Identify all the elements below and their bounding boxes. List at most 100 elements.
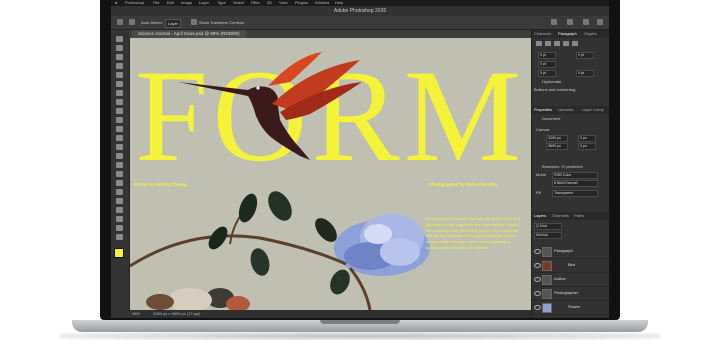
- justify-icon[interactable]: [563, 41, 569, 46]
- tab-character[interactable]: Character: [534, 30, 552, 38]
- share-icon[interactable]: [551, 19, 557, 25]
- move-tool-icon[interactable]: [129, 19, 135, 25]
- home-icon[interactable]: [117, 19, 123, 25]
- crop-tool-icon[interactable]: [116, 81, 123, 87]
- eye-icon[interactable]: [534, 277, 541, 282]
- auto-select-dropdown[interactable]: Layer: [165, 19, 182, 28]
- tab-paths[interactable]: Paths: [574, 212, 584, 220]
- zoom-level[interactable]: 98%: [132, 310, 140, 318]
- resolution-label: Resolution: 72 pixels/inch: [542, 165, 583, 169]
- fill-label: Fill: [536, 190, 542, 195]
- artwork: FORM: [130, 42, 521, 310]
- foliage-image: [130, 191, 372, 310]
- quick-select-icon[interactable]: [116, 72, 123, 78]
- document-tab[interactable]: Science Journal - April Issue.psd @ 98% …: [132, 30, 246, 38]
- align-center-icon[interactable]: [545, 41, 551, 46]
- layer-row[interactable]: Bird: [532, 258, 609, 273]
- workspace-icon[interactable]: [597, 19, 603, 25]
- space-after-field[interactable]: 0 pt: [576, 70, 594, 77]
- layer-name: Bird: [568, 262, 576, 267]
- brush-tool-icon[interactable]: [116, 117, 123, 123]
- auto-select-label: Auto-Select:: [141, 20, 163, 25]
- layer-thumbnail: [542, 303, 552, 313]
- photographer-byline: Photographed by Richard Bentley: [430, 182, 498, 187]
- more-tools-icon[interactable]: [116, 234, 123, 240]
- history-brush-icon[interactable]: [116, 135, 123, 141]
- blend-mode-dropdown[interactable]: Normal: [534, 232, 562, 239]
- paragraph-tabs: Character Paragraph Glyphs: [532, 30, 609, 38]
- article-body-text: In this edition of Science Journal, we e…: [426, 216, 521, 250]
- document-canvas[interactable]: FORM Written by Melody Cheung Photograph…: [130, 38, 531, 310]
- canvas-y-field[interactable]: 0 px: [578, 143, 596, 150]
- canvas-height-field[interactable]: 9690 px: [546, 143, 568, 150]
- document-size: 3390 px x 9690 px (72 ppi): [153, 311, 201, 316]
- artboard-tool-icon[interactable]: [116, 45, 123, 51]
- bit-depth-dropdown[interactable]: 8 Bits/Channel: [552, 180, 598, 187]
- layer-name: Paragraph: [554, 248, 573, 253]
- clone-stamp-icon[interactable]: [116, 126, 123, 132]
- eye-icon[interactable]: [534, 263, 541, 268]
- type-tool-icon[interactable]: [116, 189, 123, 195]
- layers-tabs: Layers Channels Paths: [532, 212, 609, 220]
- laptop-notch: [320, 320, 400, 324]
- tab-glyphs[interactable]: Glyphs: [584, 30, 596, 38]
- checkbox-icon[interactable]: [191, 19, 197, 25]
- canvas-section-label: Canvas: [536, 127, 550, 132]
- fill-dropdown[interactable]: Transparent: [552, 190, 598, 197]
- marquee-tool-icon[interactable]: [116, 54, 123, 60]
- pen-tool-icon[interactable]: [116, 180, 123, 186]
- layer-row[interactable]: Photographer: [532, 286, 609, 301]
- eyedropper-icon[interactable]: [116, 99, 123, 105]
- indent-right-field[interactable]: 0 pt: [576, 52, 594, 59]
- layer-row[interactable]: Paragraph: [532, 244, 609, 259]
- properties-document-label: Document: [542, 116, 561, 121]
- dodge-icon[interactable]: [116, 171, 123, 177]
- right-panels: Character Paragraph Glyphs 0 pt 0 pt 0 p…: [531, 30, 609, 318]
- frame-tool-icon[interactable]: [116, 90, 123, 96]
- lasso-tool-icon[interactable]: [116, 63, 123, 69]
- space-before-field[interactable]: 0 pt: [538, 70, 556, 77]
- layer-filter-dropdown[interactable]: Q Kind: [534, 223, 562, 230]
- move-tool-icon[interactable]: [116, 36, 123, 42]
- tab-libraries[interactable]: Libraries: [558, 106, 573, 114]
- hand-tool-icon[interactable]: [116, 216, 123, 222]
- path-select-icon[interactable]: [116, 198, 123, 204]
- transform-label[interactable]: Show Transform Controls: [199, 19, 244, 26]
- mode-label: Mode: [536, 172, 547, 177]
- tab-layer-comps[interactable]: Layer Comp: [582, 106, 604, 114]
- eye-icon[interactable]: [534, 291, 541, 296]
- align-left-icon[interactable]: [536, 41, 542, 46]
- options-bar: Auto-Select: Layer Show Transform Contro…: [111, 16, 609, 30]
- zoom-tool-icon[interactable]: [116, 225, 123, 231]
- eye-icon[interactable]: [534, 305, 541, 310]
- properties-tabs: Properties Libraries Layer Comp: [532, 106, 609, 114]
- first-line-indent-field[interactable]: 0 pt: [538, 61, 556, 68]
- canvas-width-field[interactable]: 3390 px: [546, 135, 568, 142]
- layer-row[interactable]: Author: [532, 272, 609, 287]
- foreground-color-swatch[interactable]: [114, 248, 124, 258]
- tab-paragraph[interactable]: Paragraph: [558, 30, 577, 38]
- align-right-icon[interactable]: [554, 41, 560, 46]
- hyphenate-checkbox[interactable]: Hyphenate: [542, 79, 561, 85]
- tab-layers[interactable]: Layers: [534, 212, 546, 220]
- mode-dropdown[interactable]: RGB Color: [552, 172, 598, 179]
- shape-tool-icon[interactable]: [116, 207, 123, 213]
- justify-all-icon[interactable]: [572, 41, 578, 46]
- eraser-icon[interactable]: [116, 144, 123, 150]
- search-icon[interactable]: [567, 19, 573, 25]
- window-title: Adobe Photoshop 2026: [111, 6, 609, 16]
- healing-brush-icon[interactable]: [116, 108, 123, 114]
- blur-icon[interactable]: [116, 162, 123, 168]
- tab-channels[interactable]: Channels: [552, 212, 569, 220]
- canvas-x-field[interactable]: 0 px: [578, 135, 596, 142]
- gradient-icon[interactable]: [116, 153, 123, 159]
- tab-properties[interactable]: Properties: [534, 106, 552, 114]
- gear-icon[interactable]: [583, 19, 589, 25]
- author-byline: Written by Melody Cheung: [134, 182, 187, 187]
- indent-left-field[interactable]: 0 pt: [538, 52, 556, 59]
- layer-thumbnail: [542, 261, 552, 271]
- screen: ● Photoshop File Edit Image Layer Type S…: [111, 0, 609, 318]
- layer-row[interactable]: Flower: [532, 300, 609, 315]
- text-layer-icon: [542, 275, 552, 285]
- eye-icon[interactable]: [534, 249, 541, 254]
